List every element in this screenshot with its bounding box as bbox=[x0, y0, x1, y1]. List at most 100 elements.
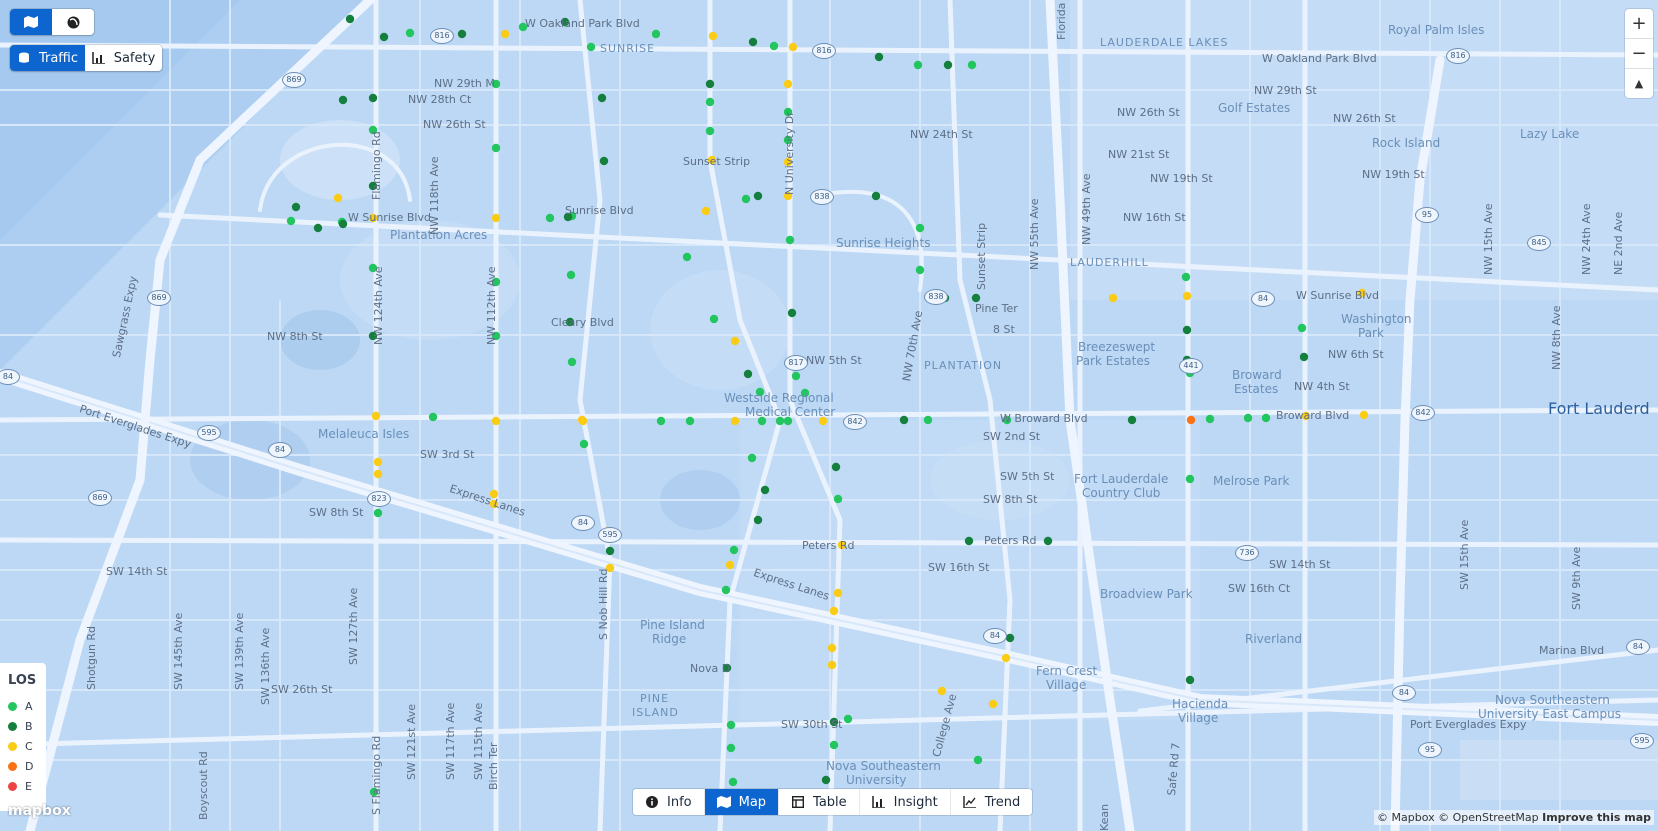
tab-table[interactable]: Table bbox=[779, 789, 860, 815]
sensor-marker[interactable] bbox=[1043, 536, 1053, 546]
sensor-marker[interactable] bbox=[726, 720, 736, 730]
sensor-marker[interactable] bbox=[428, 412, 438, 422]
tab-trend[interactable]: Trend bbox=[951, 789, 1033, 815]
compass-button[interactable]: ▲ bbox=[1625, 69, 1653, 98]
sensor-marker[interactable] bbox=[726, 743, 736, 753]
sensor-marker[interactable] bbox=[791, 371, 801, 381]
sensor-marker[interactable] bbox=[725, 560, 735, 570]
sensor-marker[interactable] bbox=[915, 265, 925, 275]
sensor-marker[interactable] bbox=[874, 52, 884, 62]
sensor-marker[interactable] bbox=[721, 585, 731, 595]
sensor-marker[interactable] bbox=[1261, 413, 1271, 423]
sensor-marker[interactable] bbox=[709, 314, 719, 324]
sensor-marker[interactable] bbox=[1108, 293, 1118, 303]
sensor-marker[interactable] bbox=[338, 95, 348, 105]
sensor-marker[interactable] bbox=[871, 191, 881, 201]
sensor-marker[interactable] bbox=[491, 213, 501, 223]
sensor-marker[interactable] bbox=[379, 32, 389, 42]
sensor-marker[interactable] bbox=[1182, 325, 1192, 335]
sensor-marker[interactable] bbox=[371, 411, 381, 421]
sensor-marker[interactable] bbox=[729, 545, 739, 555]
tab-info[interactable]: Info bbox=[633, 789, 705, 815]
sensor-marker[interactable] bbox=[827, 660, 837, 670]
sensor-marker[interactable] bbox=[373, 469, 383, 479]
sensor-marker[interactable] bbox=[491, 416, 501, 426]
mapbox-attribution-link[interactable]: © Mapbox bbox=[1377, 811, 1435, 824]
sensor-marker[interactable] bbox=[1297, 323, 1307, 333]
sensor-marker[interactable] bbox=[829, 606, 839, 616]
sensor-marker[interactable] bbox=[368, 93, 378, 103]
sensor-marker[interactable] bbox=[1182, 291, 1192, 301]
sensor-marker[interactable] bbox=[943, 60, 953, 70]
sensor-marker[interactable] bbox=[345, 14, 355, 24]
sensor-marker[interactable] bbox=[915, 223, 925, 233]
sensor-marker[interactable] bbox=[741, 194, 751, 204]
sensor-marker[interactable] bbox=[457, 29, 467, 39]
sensor-marker[interactable] bbox=[597, 93, 607, 103]
sensor-marker[interactable] bbox=[291, 202, 301, 212]
zoom-in-button[interactable]: + bbox=[1625, 9, 1653, 39]
sensor-marker[interactable] bbox=[1359, 410, 1369, 420]
mapbox-logo[interactable]: mapbox bbox=[8, 803, 71, 819]
sensor-marker[interactable] bbox=[829, 740, 839, 750]
sensor-marker[interactable] bbox=[1005, 633, 1015, 643]
sensor-marker[interactable] bbox=[1205, 414, 1215, 424]
sensor-marker[interactable] bbox=[843, 714, 853, 724]
sensor-marker[interactable] bbox=[783, 79, 793, 89]
sensor-marker[interactable] bbox=[971, 293, 981, 303]
sensor-marker[interactable] bbox=[937, 686, 947, 696]
sensor-marker[interactable] bbox=[833, 588, 843, 598]
sensor-marker[interactable] bbox=[967, 60, 977, 70]
sensor-marker[interactable] bbox=[788, 42, 798, 52]
sensor-marker[interactable] bbox=[708, 31, 718, 41]
sensor-marker[interactable] bbox=[1127, 415, 1137, 425]
sensor-marker[interactable] bbox=[753, 515, 763, 525]
sensor-marker[interactable] bbox=[373, 508, 383, 518]
sensor-marker[interactable] bbox=[833, 494, 843, 504]
sensor-marker[interactable] bbox=[760, 485, 770, 495]
sensor-marker[interactable] bbox=[769, 41, 779, 51]
sensor-marker[interactable] bbox=[579, 439, 589, 449]
sensor-marker[interactable] bbox=[373, 457, 383, 467]
tab-traffic[interactable]: Traffic bbox=[10, 45, 85, 71]
sensor-marker[interactable] bbox=[333, 193, 343, 203]
sensor-marker[interactable] bbox=[656, 416, 666, 426]
sensor-marker[interactable] bbox=[730, 416, 740, 426]
sensor-marker[interactable] bbox=[491, 143, 501, 153]
sensor-marker[interactable] bbox=[685, 416, 695, 426]
tab-insight[interactable]: Insight bbox=[860, 789, 951, 815]
sensor-marker[interactable] bbox=[1185, 675, 1195, 685]
sensor-marker[interactable] bbox=[831, 462, 841, 472]
sensor-marker[interactable] bbox=[1243, 413, 1253, 423]
sensor-marker[interactable] bbox=[705, 97, 715, 107]
sensor-marker[interactable] bbox=[988, 699, 998, 709]
sensor-marker[interactable] bbox=[913, 60, 923, 70]
sensor-marker[interactable] bbox=[701, 206, 711, 216]
sensor-marker[interactable] bbox=[313, 223, 323, 233]
zoom-out-button[interactable]: − bbox=[1625, 39, 1653, 69]
sensor-marker[interactable] bbox=[728, 777, 738, 787]
sensor-marker[interactable] bbox=[730, 336, 740, 346]
map-view-button[interactable] bbox=[10, 9, 52, 35]
sensor-marker[interactable] bbox=[1299, 352, 1309, 362]
sensor-marker[interactable] bbox=[973, 755, 983, 765]
sensor-marker[interactable] bbox=[821, 775, 831, 785]
sensor-marker[interactable] bbox=[1001, 653, 1011, 663]
sensor-marker[interactable] bbox=[753, 191, 763, 201]
sensor-marker[interactable] bbox=[1186, 415, 1196, 425]
globe-view-button[interactable] bbox=[52, 9, 94, 35]
sensor-marker[interactable] bbox=[899, 415, 909, 425]
osm-attribution-link[interactable]: © OpenStreetMap bbox=[1438, 811, 1539, 824]
sensor-marker[interactable] bbox=[605, 546, 615, 556]
sensor-marker[interactable] bbox=[827, 643, 837, 653]
sensor-marker[interactable] bbox=[651, 29, 661, 39]
sensor-marker[interactable] bbox=[1181, 272, 1191, 282]
sensor-marker[interactable] bbox=[1185, 474, 1195, 484]
sensor-marker[interactable] bbox=[599, 156, 609, 166]
sensor-marker[interactable] bbox=[705, 126, 715, 136]
sensor-marker[interactable] bbox=[286, 216, 296, 226]
sensor-marker[interactable] bbox=[787, 308, 797, 318]
sensor-marker[interactable] bbox=[578, 416, 588, 426]
sensor-marker[interactable] bbox=[747, 453, 757, 463]
improve-map-link[interactable]: Improve this map bbox=[1542, 811, 1651, 824]
